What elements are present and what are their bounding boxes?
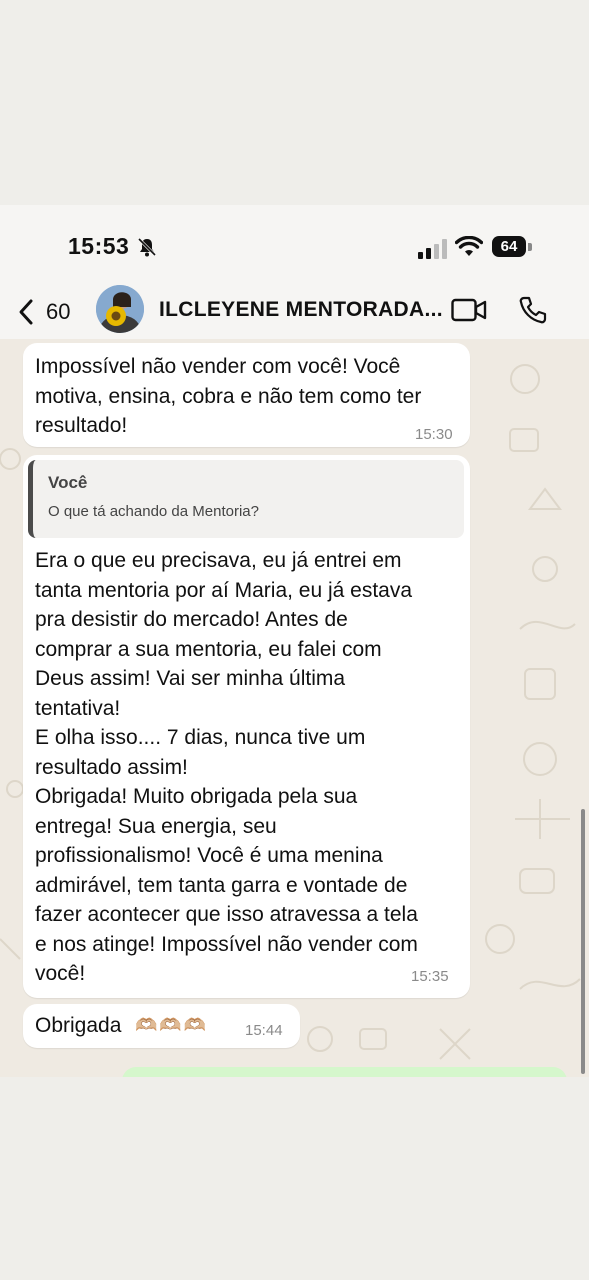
status-time: 15:53	[68, 233, 130, 259]
voice-call-icon[interactable]	[518, 295, 548, 325]
quote-author: Você	[48, 473, 88, 492]
message-text: Obrigada	[35, 1014, 122, 1037]
bell-slash-icon	[137, 237, 157, 257]
chat-area[interactable]: Impossível não vender com você! Você mot…	[0, 339, 589, 1077]
avatar-photo	[96, 285, 144, 333]
signal-icon	[418, 239, 447, 259]
message-emoji: 🫶🏼🫶🏼🫶🏼	[135, 1015, 209, 1035]
message-timestamp: 15:30	[415, 426, 453, 443]
quoted-reply[interactable]: Você O que tá achando da Mentoria?	[28, 460, 464, 538]
message-bubble[interactable]: Impossível não vender com você! Você mot…	[23, 343, 470, 447]
video-call-icon[interactable]	[451, 297, 487, 323]
back-unread-count[interactable]: 60	[46, 299, 70, 325]
wifi-icon	[455, 236, 483, 256]
outgoing-message-bubble[interactable]	[122, 1067, 567, 1077]
message-text: Impossível não vender com você! Você mot…	[35, 355, 422, 437]
status-bar: 15:53 64	[0, 205, 589, 285]
message-timestamp: 15:44	[245, 1022, 283, 1039]
battery-tip	[528, 243, 532, 251]
chat-header: 60 ILCLEYENE MENTORADA...	[0, 285, 589, 339]
avatar[interactable]	[96, 285, 144, 333]
message-bubble[interactable]: Obrigada 🫶🏼🫶🏼🫶🏼 15:44	[23, 1004, 300, 1048]
scrollbar[interactable]	[581, 809, 585, 1074]
battery-icon: 64	[492, 236, 526, 257]
message-timestamp: 15:35	[411, 968, 449, 985]
phone-screen: 15:53 64 60 ILCLEYENE MENTORADA... Impos…	[0, 205, 589, 1077]
message-bubble[interactable]: Você O que tá achando da Mentoria? Era o…	[23, 455, 470, 998]
quote-text: O que tá achando da Mentoria?	[48, 503, 259, 520]
contact-name[interactable]: ILCLEYENE MENTORADA...	[159, 298, 443, 322]
message-text: Era o que eu precisava, eu já entrei em …	[35, 549, 418, 985]
back-chevron-icon[interactable]	[16, 298, 36, 326]
